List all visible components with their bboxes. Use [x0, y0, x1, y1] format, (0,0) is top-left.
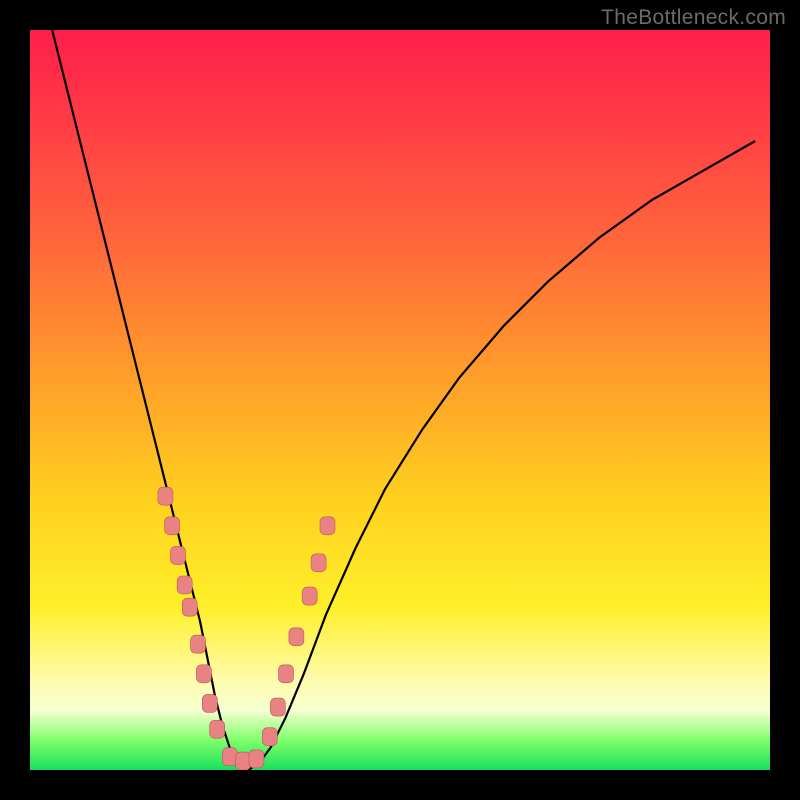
curve-marker	[262, 728, 277, 746]
watermark-text: TheBottleneck.com	[601, 6, 786, 30]
curve-marker	[182, 598, 197, 616]
bottleneck-curve	[52, 30, 755, 770]
curve-marker	[279, 665, 294, 683]
curve-marker	[302, 587, 317, 605]
curve-marker	[158, 487, 173, 505]
plot-area	[30, 30, 770, 770]
curve-marker	[249, 750, 264, 768]
curve-marker	[222, 748, 237, 766]
curve-markers	[158, 487, 335, 770]
curve-marker	[270, 698, 285, 716]
curve-marker	[196, 665, 211, 683]
curve-marker	[210, 720, 225, 738]
chart-svg	[30, 30, 770, 770]
curve-marker	[171, 546, 186, 564]
curve-marker	[320, 517, 335, 535]
curve-marker	[236, 752, 251, 770]
curve-marker	[202, 694, 217, 712]
chart-frame: TheBottleneck.com	[0, 0, 800, 800]
curve-marker	[177, 576, 192, 594]
curve-marker	[191, 635, 206, 653]
curve-marker	[289, 628, 304, 646]
curve-marker	[311, 554, 326, 572]
curve-marker	[165, 517, 180, 535]
